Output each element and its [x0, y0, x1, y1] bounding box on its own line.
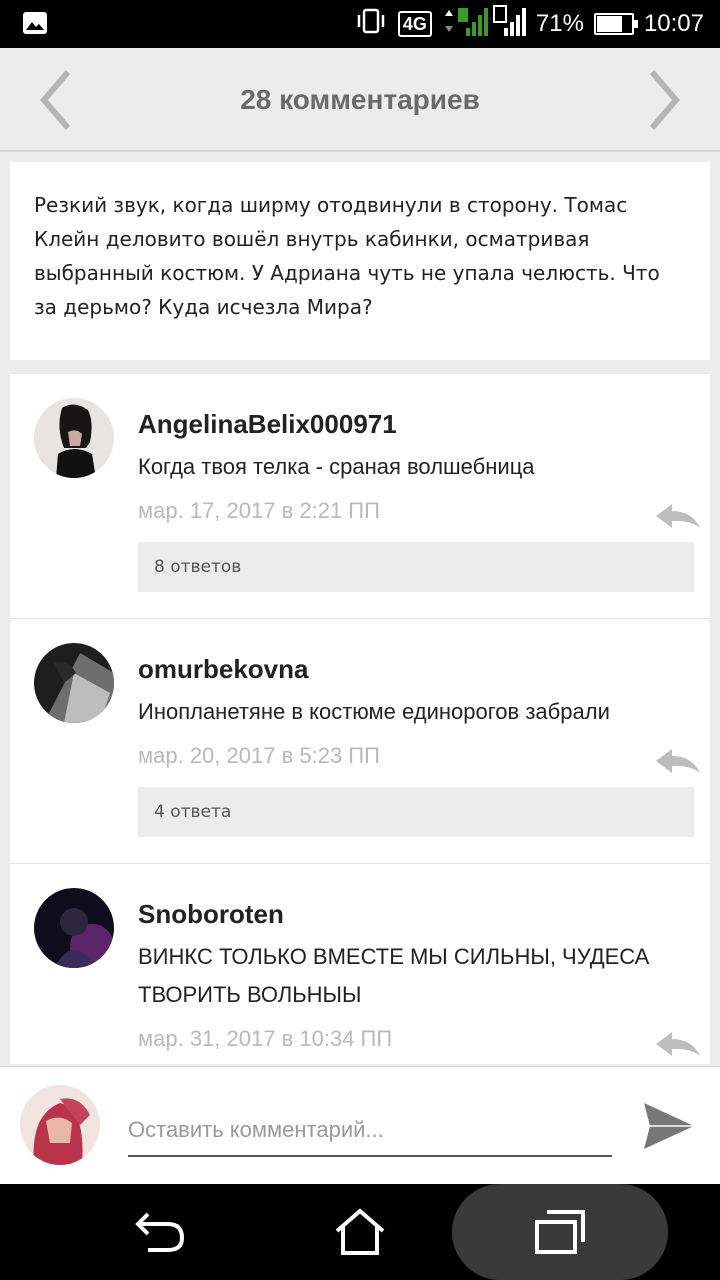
battery-percent: 71% [535, 10, 584, 37]
comment-text: Когда твоя телка - сраная волшебница [138, 454, 535, 479]
comment-item: AngelinaBelix000971 Когда твоя телка - с… [10, 374, 710, 619]
comment-date: мар. 17, 2017 в 2:21 ПП [138, 498, 380, 523]
story-excerpt-text: Резкий звук, когда ширму отодвинули в ст… [34, 193, 660, 319]
clock: 10:07 [643, 10, 704, 37]
image-icon [22, 11, 48, 40]
comment-text: ВИНКС ТОЛЬКО ВМЕСТЕ МЫ СИЛЬНЫ, ЧУДЕСА ТВ… [138, 944, 650, 1007]
chevron-left-icon[interactable] [26, 68, 86, 132]
battery-fill [596, 16, 623, 32]
home-icon[interactable] [310, 1184, 410, 1280]
reply-icon[interactable] [654, 745, 702, 779]
replies-button[interactable]: 4 ответа [138, 787, 694, 837]
battery-icon [593, 13, 638, 35]
comments-list[interactable]: AngelinaBelix000971 Когда твоя телка - с… [10, 374, 710, 1064]
avatar[interactable] [34, 888, 114, 968]
comment-date: мар. 31, 2017 в 10:34 ПП [138, 1026, 393, 1051]
comment-author[interactable]: Snoboroten [138, 894, 694, 934]
comment-compose-bar [0, 1066, 720, 1184]
reply-icon[interactable] [654, 500, 702, 534]
chevron-right-icon[interactable] [634, 68, 694, 132]
signal-icon [442, 4, 526, 45]
avatar[interactable] [34, 643, 114, 723]
comment-input[interactable] [128, 1105, 612, 1157]
page-title: 28 комментариев [240, 84, 480, 115]
vibrate-icon [354, 8, 388, 41]
story-excerpt-card: Резкий звук, когда ширму отодвинули в ст… [10, 162, 710, 360]
comment-date: мар. 20, 2017 в 5:23 ПП [138, 743, 380, 768]
reply-icon[interactable] [654, 1028, 702, 1062]
avatar[interactable] [34, 398, 114, 478]
comments-header: 28 комментариев [0, 48, 720, 152]
replies-button[interactable]: 8 ответов [138, 542, 694, 592]
back-icon[interactable] [110, 1184, 210, 1280]
comment-text: Инопланетяне в костюме единорогов забрал… [138, 699, 610, 724]
comment-author[interactable]: AngelinaBelix000971 [138, 404, 694, 444]
network-type-badge: 4G [397, 11, 432, 37]
system-nav-bar [0, 1184, 720, 1280]
status-bar: 4G 71% 10:07 [0, 0, 720, 48]
send-icon[interactable] [640, 1097, 698, 1155]
comment-item: omurbekovna Инопланетяне в костюме едино… [10, 619, 710, 864]
comment-author[interactable]: omurbekovna [138, 649, 694, 689]
recent-apps-icon[interactable] [452, 1184, 668, 1280]
avatar[interactable] [20, 1085, 100, 1165]
comment-item: Snoboroten ВИНКС ТОЛЬКО ВМЕСТЕ МЫ СИЛЬНЫ… [10, 864, 710, 1064]
